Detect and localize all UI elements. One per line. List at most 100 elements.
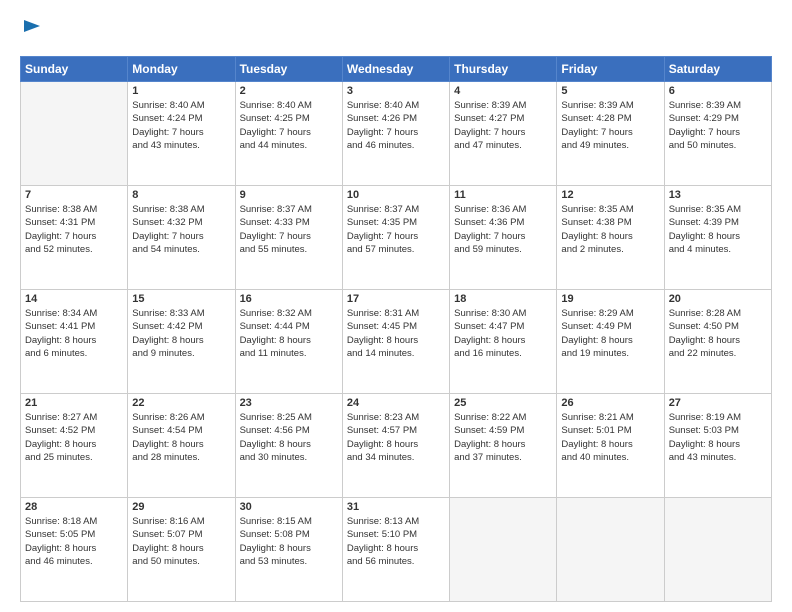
calendar-cell xyxy=(664,498,771,602)
calendar-cell: 26 Sunrise: 8:21 AM Sunset: 5:01 PM Dayli… xyxy=(557,394,664,498)
calendar-week-row: 14 Sunrise: 8:34 AM Sunset: 4:41 PM Dayli… xyxy=(21,290,772,394)
day-info: Sunrise: 8:37 AM Sunset: 4:33 PM Dayligh… xyxy=(240,203,338,256)
day-header-tuesday: Tuesday xyxy=(235,57,342,82)
day-info: Sunrise: 8:34 AM Sunset: 4:41 PM Dayligh… xyxy=(25,307,123,360)
day-header-sunday: Sunday xyxy=(21,57,128,82)
calendar-cell: 16 Sunrise: 8:32 AM Sunset: 4:44 PM Dayli… xyxy=(235,290,342,394)
day-number: 25 xyxy=(454,397,552,409)
day-info: Sunrise: 8:30 AM Sunset: 4:47 PM Dayligh… xyxy=(454,307,552,360)
day-info: Sunrise: 8:22 AM Sunset: 4:59 PM Dayligh… xyxy=(454,411,552,464)
calendar-cell: 4 Sunrise: 8:39 AM Sunset: 4:27 PM Daylig… xyxy=(450,82,557,186)
day-info: Sunrise: 8:38 AM Sunset: 4:32 PM Dayligh… xyxy=(132,203,230,256)
day-number: 7 xyxy=(25,189,123,201)
calendar-cell: 15Sunrise: 8:33 AM Sunset: 4:42 PM Dayli… xyxy=(128,290,235,394)
calendar-cell: 27 Sunrise: 8:19 AM Sunset: 5:03 PM Dayli… xyxy=(664,394,771,498)
day-info: Sunrise: 8:40 AM Sunset: 4:25 PM Dayligh… xyxy=(240,99,338,152)
calendar-cell: 11 Sunrise: 8:36 AM Sunset: 4:36 PM Dayli… xyxy=(450,186,557,290)
day-info: Sunrise: 8:37 AM Sunset: 4:35 PM Dayligh… xyxy=(347,203,445,256)
calendar-cell: 17 Sunrise: 8:31 AM Sunset: 4:45 PM Dayli… xyxy=(342,290,449,394)
calendar-cell xyxy=(557,498,664,602)
day-number: 3 xyxy=(347,85,445,97)
day-number: 31 xyxy=(347,501,445,513)
calendar-cell: 31 Sunrise: 8:13 AM Sunset: 5:10 PM Dayli… xyxy=(342,498,449,602)
day-number: 12 xyxy=(561,189,659,201)
calendar-header-row: SundayMondayTuesdayWednesdayThursdayFrid… xyxy=(21,57,772,82)
day-info: Sunrise: 8:39 AM Sunset: 4:28 PM Dayligh… xyxy=(561,99,659,152)
day-info: Sunrise: 8:15 AM Sunset: 5:08 PM Dayligh… xyxy=(240,515,338,568)
calendar-cell: 24 Sunrise: 8:23 AM Sunset: 4:57 PM Dayli… xyxy=(342,394,449,498)
calendar-cell xyxy=(21,82,128,186)
day-info: Sunrise: 8:23 AM Sunset: 4:57 PM Dayligh… xyxy=(347,411,445,464)
header xyxy=(20,16,772,46)
day-number: 27 xyxy=(669,397,767,409)
day-info: Sunrise: 8:21 AM Sunset: 5:01 PM Dayligh… xyxy=(561,411,659,464)
calendar-cell: 14 Sunrise: 8:34 AM Sunset: 4:41 PM Dayli… xyxy=(21,290,128,394)
calendar-cell: 7 Sunrise: 8:38 AM Sunset: 4:31 PM Daylig… xyxy=(21,186,128,290)
day-header-friday: Friday xyxy=(557,57,664,82)
calendar-week-row: 21 Sunrise: 8:27 AM Sunset: 4:52 PM Dayli… xyxy=(21,394,772,498)
logo xyxy=(20,16,45,46)
day-info: Sunrise: 8:33 AM Sunset: 4:42 PM Dayligh… xyxy=(132,307,230,360)
day-number: 14 xyxy=(25,293,123,305)
day-number: 2 xyxy=(240,85,338,97)
calendar-cell: 20 Sunrise: 8:28 AM Sunset: 4:50 PM Dayli… xyxy=(664,290,771,394)
calendar-week-row: 28Sunrise: 8:18 AM Sunset: 5:05 PM Dayli… xyxy=(21,498,772,602)
day-info: Sunrise: 8:38 AM Sunset: 4:31 PM Dayligh… xyxy=(25,203,123,256)
day-info: Sunrise: 8:35 AM Sunset: 4:38 PM Dayligh… xyxy=(561,203,659,256)
day-info: Sunrise: 8:28 AM Sunset: 4:50 PM Dayligh… xyxy=(669,307,767,360)
day-info: Sunrise: 8:26 AM Sunset: 4:54 PM Dayligh… xyxy=(132,411,230,464)
day-number: 22 xyxy=(132,397,230,409)
calendar-week-row: 7 Sunrise: 8:38 AM Sunset: 4:31 PM Daylig… xyxy=(21,186,772,290)
day-number: 18 xyxy=(454,293,552,305)
day-number: 16 xyxy=(240,293,338,305)
day-number: 29 xyxy=(132,501,230,513)
calendar-cell: 29 Sunrise: 8:16 AM Sunset: 5:07 PM Dayli… xyxy=(128,498,235,602)
day-number: 10 xyxy=(347,189,445,201)
calendar-table: SundayMondayTuesdayWednesdayThursdayFrid… xyxy=(20,56,772,602)
day-number: 5 xyxy=(561,85,659,97)
day-info: Sunrise: 8:31 AM Sunset: 4:45 PM Dayligh… xyxy=(347,307,445,360)
day-number: 21 xyxy=(25,397,123,409)
calendar-cell: 3 Sunrise: 8:40 AM Sunset: 4:26 PM Daylig… xyxy=(342,82,449,186)
calendar-cell: 30 Sunrise: 8:15 AM Sunset: 5:08 PM Dayli… xyxy=(235,498,342,602)
page: SundayMondayTuesdayWednesdayThursdayFrid… xyxy=(0,0,792,612)
calendar-cell: 12 Sunrise: 8:35 AM Sunset: 4:38 PM Dayli… xyxy=(557,186,664,290)
calendar-cell: 18 Sunrise: 8:30 AM Sunset: 4:47 PM Dayli… xyxy=(450,290,557,394)
day-number: 24 xyxy=(347,397,445,409)
day-number: 20 xyxy=(669,293,767,305)
day-number: 19 xyxy=(561,293,659,305)
day-number: 1 xyxy=(132,85,230,97)
calendar-cell: 21 Sunrise: 8:27 AM Sunset: 4:52 PM Dayli… xyxy=(21,394,128,498)
day-info: Sunrise: 8:25 AM Sunset: 4:56 PM Dayligh… xyxy=(240,411,338,464)
day-number: 17 xyxy=(347,293,445,305)
day-number: 23 xyxy=(240,397,338,409)
calendar-cell: 10 Sunrise: 8:37 AM Sunset: 4:35 PM Dayli… xyxy=(342,186,449,290)
day-info: Sunrise: 8:19 AM Sunset: 5:03 PM Dayligh… xyxy=(669,411,767,464)
day-number: 30 xyxy=(240,501,338,513)
day-number: 6 xyxy=(669,85,767,97)
day-info: Sunrise: 8:13 AM Sunset: 5:10 PM Dayligh… xyxy=(347,515,445,568)
day-number: 26 xyxy=(561,397,659,409)
day-info: Sunrise: 8:35 AM Sunset: 4:39 PM Dayligh… xyxy=(669,203,767,256)
calendar-cell: 25 Sunrise: 8:22 AM Sunset: 4:59 PM Dayli… xyxy=(450,394,557,498)
calendar-cell: 6Sunrise: 8:39 AM Sunset: 4:29 PM Daylig… xyxy=(664,82,771,186)
day-info: Sunrise: 8:40 AM Sunset: 4:26 PM Dayligh… xyxy=(347,99,445,152)
day-number: 4 xyxy=(454,85,552,97)
day-number: 9 xyxy=(240,189,338,201)
calendar-cell: 1 Sunrise: 8:40 AM Sunset: 4:24 PM Daylig… xyxy=(128,82,235,186)
calendar-cell: 5 Sunrise: 8:39 AM Sunset: 4:28 PM Daylig… xyxy=(557,82,664,186)
calendar-cell: 13 Sunrise: 8:35 AM Sunset: 4:39 PM Dayli… xyxy=(664,186,771,290)
day-info: Sunrise: 8:32 AM Sunset: 4:44 PM Dayligh… xyxy=(240,307,338,360)
day-info: Sunrise: 8:39 AM Sunset: 4:27 PM Dayligh… xyxy=(454,99,552,152)
day-info: Sunrise: 8:40 AM Sunset: 4:24 PM Dayligh… xyxy=(132,99,230,152)
day-header-wednesday: Wednesday xyxy=(342,57,449,82)
logo-icon xyxy=(20,18,42,46)
day-number: 28 xyxy=(25,501,123,513)
day-info: Sunrise: 8:36 AM Sunset: 4:36 PM Dayligh… xyxy=(454,203,552,256)
day-number: 11 xyxy=(454,189,552,201)
day-info: Sunrise: 8:16 AM Sunset: 5:07 PM Dayligh… xyxy=(132,515,230,568)
day-header-thursday: Thursday xyxy=(450,57,557,82)
day-number: 13 xyxy=(669,189,767,201)
day-info: Sunrise: 8:27 AM Sunset: 4:52 PM Dayligh… xyxy=(25,411,123,464)
calendar-cell: 9 Sunrise: 8:37 AM Sunset: 4:33 PM Daylig… xyxy=(235,186,342,290)
